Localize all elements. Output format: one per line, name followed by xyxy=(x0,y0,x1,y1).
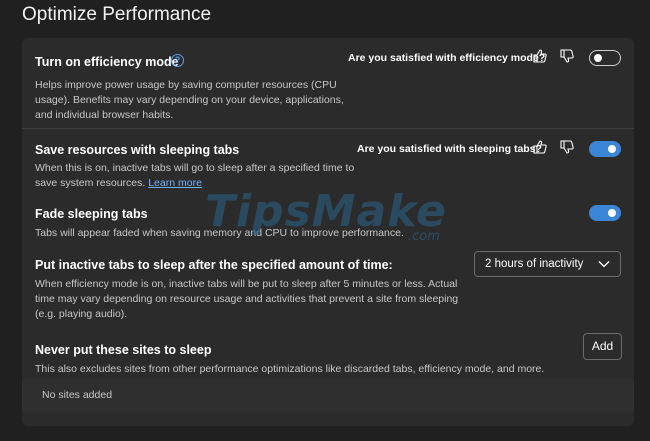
inactivity-dropdown-value: 2 hours of inactivity xyxy=(485,258,584,270)
toggle-knob xyxy=(608,145,616,153)
efficiency-mode-description: Helps improve power usage by saving comp… xyxy=(35,79,344,121)
learn-more-link[interactable]: Learn more xyxy=(148,177,202,189)
thumbs-down-icon[interactable] xyxy=(559,48,575,69)
thumbs-up-icon[interactable] xyxy=(532,139,548,160)
sleeping-tabs-feedback-question: Are you satisfied with sleeping tabs? xyxy=(357,143,542,155)
help-icon[interactable]: ? xyxy=(171,54,184,67)
never-sleep-description: This also excludes sites from other perf… xyxy=(35,363,545,375)
thumbs-up-icon[interactable] xyxy=(532,48,548,69)
inactive-timeout-description: When efficiency mode is on, inactive tab… xyxy=(35,278,459,320)
thumbs-down-icon[interactable] xyxy=(559,139,575,160)
efficiency-feedback-question: Are you satisfied with efficiency mode? xyxy=(348,52,546,64)
sleeping-tabs-title: Save resources with sleeping tabs xyxy=(35,143,240,157)
toggle-knob xyxy=(594,53,602,62)
page-title: Optimize Performance xyxy=(22,4,212,25)
empty-state-text: No sites added xyxy=(42,389,113,401)
inactivity-dropdown[interactable]: 2 hours of inactivity xyxy=(474,251,621,277)
efficiency-mode-toggle[interactable] xyxy=(589,50,621,66)
section-divider xyxy=(22,128,634,129)
toggle-knob xyxy=(608,209,616,217)
efficiency-mode-title: Turn on efficiency mode xyxy=(35,55,179,69)
add-site-button[interactable]: Add xyxy=(583,333,622,360)
inactive-timeout-title: Put inactive tabs to sleep after the spe… xyxy=(35,258,393,272)
chevron-down-icon xyxy=(598,259,610,272)
fade-sleeping-tabs-toggle[interactable] xyxy=(589,205,621,221)
site-list-empty: No sites added xyxy=(22,378,634,412)
fade-sleeping-tabs-title: Fade sleeping tabs xyxy=(35,207,148,221)
watermark-suffix: .com xyxy=(408,229,440,244)
never-sleep-title: Never put these sites to sleep xyxy=(35,343,212,357)
sleeping-tabs-toggle[interactable] xyxy=(589,141,621,157)
